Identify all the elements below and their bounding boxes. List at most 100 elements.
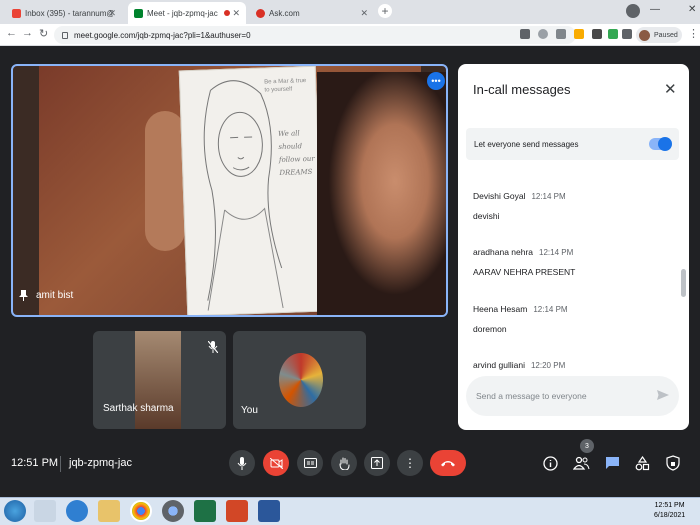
taskbar-date: 6/18/2021 (654, 512, 686, 519)
tab-gmail[interactable]: Inbox (395) - tarannum@theindi ✕ (6, 2, 122, 24)
start-button[interactable] (4, 500, 26, 522)
close-tab-icon[interactable]: ✕ (108, 8, 116, 19)
self-tile[interactable]: You (233, 331, 366, 429)
drawing-text: We all should follow our DREAMS (277, 129, 315, 178)
tab-ask[interactable]: Ask.com ✕ (250, 2, 374, 24)
avatar (279, 353, 323, 407)
forward-icon[interactable]: → (22, 27, 33, 39)
message-time: 12:14 PM (539, 248, 574, 257)
internet-explorer-icon[interactable] (66, 500, 88, 522)
chrome-icon[interactable] (130, 500, 152, 522)
microphone-icon (237, 456, 247, 470)
message-sender: aradhana nehra (473, 247, 534, 257)
extension-icon[interactable] (608, 29, 618, 39)
message-time: 12:20 PM (530, 361, 566, 370)
message-sender: Devishi Goyal (473, 191, 526, 201)
bookmark-star-icon[interactable] (574, 29, 584, 39)
profile-icon[interactable] (626, 4, 640, 18)
chat-button[interactable] (603, 454, 621, 472)
present-screen-button[interactable] (364, 450, 390, 476)
microphone-button[interactable] (229, 450, 255, 476)
tab-title: Meet - jqb-zpmq-jac (147, 8, 218, 18)
close-icon[interactable]: ✕ (664, 80, 677, 98)
activities-button[interactable] (633, 454, 651, 472)
camera-off-icon (269, 457, 283, 469)
gmail-icon (12, 8, 21, 18)
browser-tab-strip: Inbox (395) - tarannum@theindi ✕ Meet - … (0, 0, 700, 24)
video-hand (145, 111, 185, 251)
participant-name: You (241, 405, 258, 416)
send-icon[interactable] (657, 389, 669, 401)
message-input-placeholder: Send a message to everyone (476, 391, 587, 401)
screen: Inbox (395) - tarannum@theindi ✕ Meet - … (0, 0, 700, 525)
word-icon[interactable] (258, 500, 280, 522)
share-icon[interactable] (556, 29, 566, 39)
profile-button[interactable]: Paused (636, 27, 682, 43)
held-drawing: Be a Mar & true to yourself We all shoul… (178, 66, 325, 315)
leave-call-button[interactable] (430, 450, 466, 476)
camera-button[interactable] (263, 450, 289, 476)
allow-messages-toggle[interactable] (649, 137, 672, 151)
message-sender: Heena Hesam (473, 304, 528, 314)
pinned-video-tile[interactable]: Be a Mar & true to yourself We all shoul… (11, 64, 448, 317)
url-field[interactable]: meet.google.com/jqb-zpmq-jac?pli=1&authu… (54, 26, 576, 44)
minimize-icon[interactable]: — (650, 4, 660, 15)
lock-icon (62, 31, 68, 39)
video-feed: Be a Mar & true to yourself We all shoul… (39, 66, 446, 315)
drawing-text: Be a Mar & true to yourself (264, 78, 307, 94)
meeting-details-button[interactable] (541, 454, 559, 472)
scrollbar[interactable] (681, 269, 686, 297)
message-text: doremon (473, 324, 507, 334)
media-player-icon[interactable] (34, 500, 56, 522)
video-person (317, 72, 446, 315)
taskbar-time: 12:51 PM (654, 502, 685, 509)
more-options-button[interactable]: ••• (427, 72, 445, 90)
back-icon[interactable]: ← (6, 27, 17, 39)
message-time: 12:14 PM (533, 305, 568, 314)
menu-icon[interactable]: ⋮ (688, 27, 699, 40)
powerpoint-icon[interactable] (226, 500, 248, 522)
more-vert-icon: ••• (431, 75, 441, 86)
taskbar-clock[interactable]: 12:51 PM 6/18/2021 (654, 501, 685, 521)
meeting-clock: 12:51 PM (11, 457, 59, 469)
file-explorer-icon[interactable] (98, 500, 120, 522)
more-vert-icon: ⋮ (404, 456, 416, 470)
extension-icon[interactable] (592, 29, 602, 39)
zoom-icon[interactable] (538, 29, 548, 39)
close-tab-icon[interactable]: ✕ (232, 8, 240, 19)
tab-meet[interactable]: Meet - jqb-zpmq-jac ✕ (128, 2, 246, 24)
raise-hand-button[interactable] (331, 450, 357, 476)
ask-icon (256, 8, 265, 18)
profile-status: Paused (654, 31, 678, 39)
close-tab-icon[interactable]: ✕ (360, 8, 368, 19)
info-icon (542, 455, 558, 471)
host-controls-button[interactable] (664, 454, 682, 472)
chrome-icon[interactable] (162, 500, 184, 522)
toggle-label: Let everyone send messages (474, 139, 579, 149)
new-tab-button[interactable]: + (378, 4, 392, 18)
message-time: 12:14 PM (531, 192, 566, 201)
participant-tile[interactable]: Sarthak sharma (93, 331, 226, 429)
hang-up-icon (441, 461, 455, 467)
meeting-code: jqb-zpmq-jac (69, 457, 132, 469)
camera-icon[interactable] (520, 29, 530, 39)
captions-icon (303, 458, 317, 468)
tab-title: Ask.com (269, 8, 300, 18)
close-window-icon[interactable]: ✕ (688, 4, 696, 15)
reload-icon[interactable]: ↻ (39, 27, 48, 40)
in-call-messages-panel: In-call messages ✕ Let everyone send mes… (458, 64, 689, 430)
divider (60, 456, 61, 472)
excel-icon[interactable] (194, 500, 216, 522)
captions-button[interactable] (297, 450, 323, 476)
shield-lock-icon (666, 455, 680, 471)
people-icon (572, 456, 589, 470)
message-input[interactable]: Send a message to everyone (466, 376, 679, 416)
panel-title: In-call messages (473, 82, 571, 97)
chat-icon (605, 457, 619, 469)
more-options-button[interactable]: ⋮ (397, 450, 423, 476)
recording-dot-icon (224, 10, 230, 16)
participants-count-badge: 3 (580, 439, 594, 453)
address-bar: ← → ↻ meet.google.com/jqb-zpmq-jac?pli=1… (0, 24, 700, 46)
participants-button[interactable] (572, 454, 590, 472)
puzzle-icon[interactable] (622, 29, 632, 39)
